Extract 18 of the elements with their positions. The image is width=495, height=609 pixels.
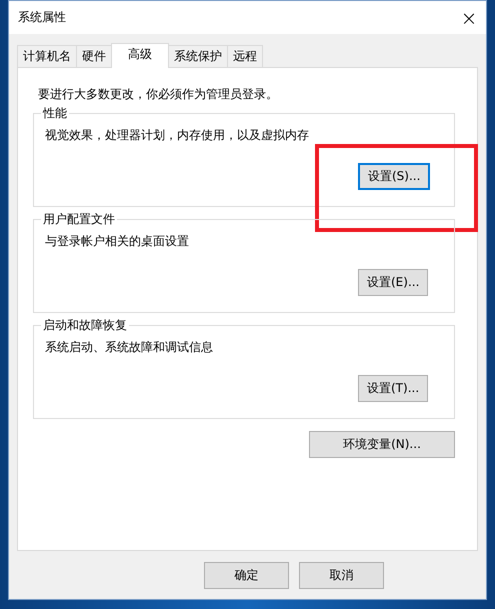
- group-title: 用户配置文件: [41, 212, 117, 226]
- group-description: 与登录帐户相关的桌面设置: [45, 234, 190, 248]
- settings-button[interactable]: 设置(E)...: [358, 269, 428, 296]
- cancel-button[interactable]: 取消: [299, 562, 384, 589]
- ok-button[interactable]: 确定: [204, 562, 289, 589]
- group-title: 性能: [41, 106, 69, 120]
- tab[interactable]: 远程: [227, 45, 263, 67]
- group-title: 启动和故障恢复: [41, 318, 129, 332]
- close-icon[interactable]: ×: [452, 1, 486, 34]
- tab[interactable]: 高级: [111, 43, 169, 68]
- admin-notice: 要进行大多数更改，你必须作为管理员登录。: [38, 87, 279, 101]
- tab[interactable]: 计算机名: [17, 45, 77, 67]
- settings-button[interactable]: 设置(T)...: [358, 375, 428, 402]
- group-description: 视觉效果，处理器计划，内存使用，以及虚拟内存: [45, 128, 310, 142]
- group-description: 系统启动、系统故障和调试信息: [45, 340, 214, 354]
- settings-button[interactable]: 设置(S)...: [358, 163, 430, 190]
- environment-variables-button[interactable]: 环境变量(N)...: [309, 431, 455, 458]
- window-title: 系统属性: [18, 9, 66, 26]
